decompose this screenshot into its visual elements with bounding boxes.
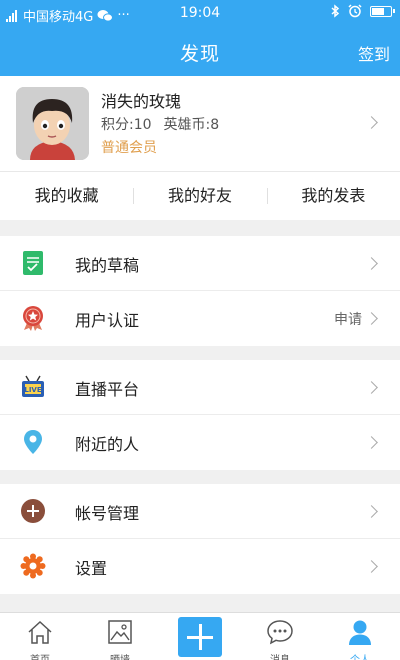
alarm-icon <box>348 4 362 18</box>
plus-circle-icon <box>21 499 45 523</box>
chevron-right-icon <box>365 505 378 518</box>
tab-posts[interactable]: 我的发表 <box>266 172 400 220</box>
chevron-right-icon <box>365 436 378 449</box>
status-bar: 中国移动4G ··· 19:04 <box>0 0 400 28</box>
menu-item-settings[interactable]: 设置 <box>0 539 400 594</box>
chevron-right-icon <box>365 560 378 573</box>
menu-label: 帐号管理 <box>75 504 140 523</box>
menu-item-drafts[interactable]: 我的草稿 <box>0 236 400 291</box>
menu-label: 设置 <box>75 559 108 578</box>
chevron-right-icon <box>365 116 378 129</box>
bluetooth-icon <box>331 4 340 18</box>
nav-label: 首页 <box>0 651 80 660</box>
chevron-right-icon <box>365 381 378 394</box>
sign-in-button[interactable]: 签到 <box>358 41 390 65</box>
member-level: 普通会员 <box>101 140 157 156</box>
gear-icon <box>20 553 46 579</box>
top-nav-bar: 发现 签到 <box>0 28 400 76</box>
menu-item-nearby[interactable]: 附近的人 <box>0 415 400 470</box>
page-title: 发现 <box>179 43 220 65</box>
coins-label: 英雄币:8 <box>163 117 220 133</box>
nav-label: 消息 <box>240 651 320 660</box>
chat-bubble-icon <box>267 620 293 645</box>
nav-label: 个人 <box>320 651 400 660</box>
menu-label: 附近的人 <box>75 435 140 454</box>
chevron-right-icon <box>365 312 378 325</box>
nav-label: 晒墙 <box>80 651 160 660</box>
profile-name: 消失的玫瑰 <box>101 92 182 111</box>
nav-home[interactable]: 首页 <box>0 613 80 660</box>
nav-profile[interactable]: 个人 <box>320 613 400 660</box>
menu-label: 我的草稿 <box>75 256 140 275</box>
nav-messages[interactable]: 消息 <box>240 613 320 660</box>
menu-item-live[interactable]: LIVE 直播平台 <box>0 360 400 415</box>
quick-tabs: 我的收藏 我的好友 我的发表 <box>0 172 400 220</box>
profile-card[interactable]: 消失的玫瑰 积分:10 英雄币:8 普通会员 <box>0 76 400 172</box>
nav-gallery[interactable]: 晒墙 <box>80 613 160 660</box>
menu-label: 直播平台 <box>75 380 140 399</box>
add-post-icon[interactable] <box>178 617 222 657</box>
live-icon: LIVE <box>22 375 44 397</box>
apply-label: 申请 <box>334 312 362 328</box>
profile-stats: 积分:10 英雄币:8 <box>101 114 219 134</box>
draft-icon <box>23 251 43 275</box>
tab-friends[interactable]: 我的好友 <box>133 172 266 220</box>
image-icon <box>108 620 132 644</box>
person-icon <box>349 620 371 645</box>
menu-item-verification[interactable]: 用户认证 申请 <box>0 291 400 346</box>
badge-icon <box>23 306 43 331</box>
menu-item-account[interactable]: 帐号管理 <box>0 484 400 539</box>
battery-icon <box>370 5 395 17</box>
menu-label: 用户认证 <box>75 311 140 330</box>
avatar[interactable] <box>16 87 89 160</box>
chevron-right-icon <box>365 257 378 270</box>
home-icon <box>28 620 52 644</box>
tab-favorites[interactable]: 我的收藏 <box>0 172 133 220</box>
svg-text:LIVE: LIVE <box>24 386 41 394</box>
points-label: 积分:10 <box>101 117 152 133</box>
location-pin-icon <box>24 430 42 454</box>
nav-post[interactable] <box>160 613 240 660</box>
bottom-tab-bar: 首页 晒墙 消息 个人 <box>0 612 400 660</box>
